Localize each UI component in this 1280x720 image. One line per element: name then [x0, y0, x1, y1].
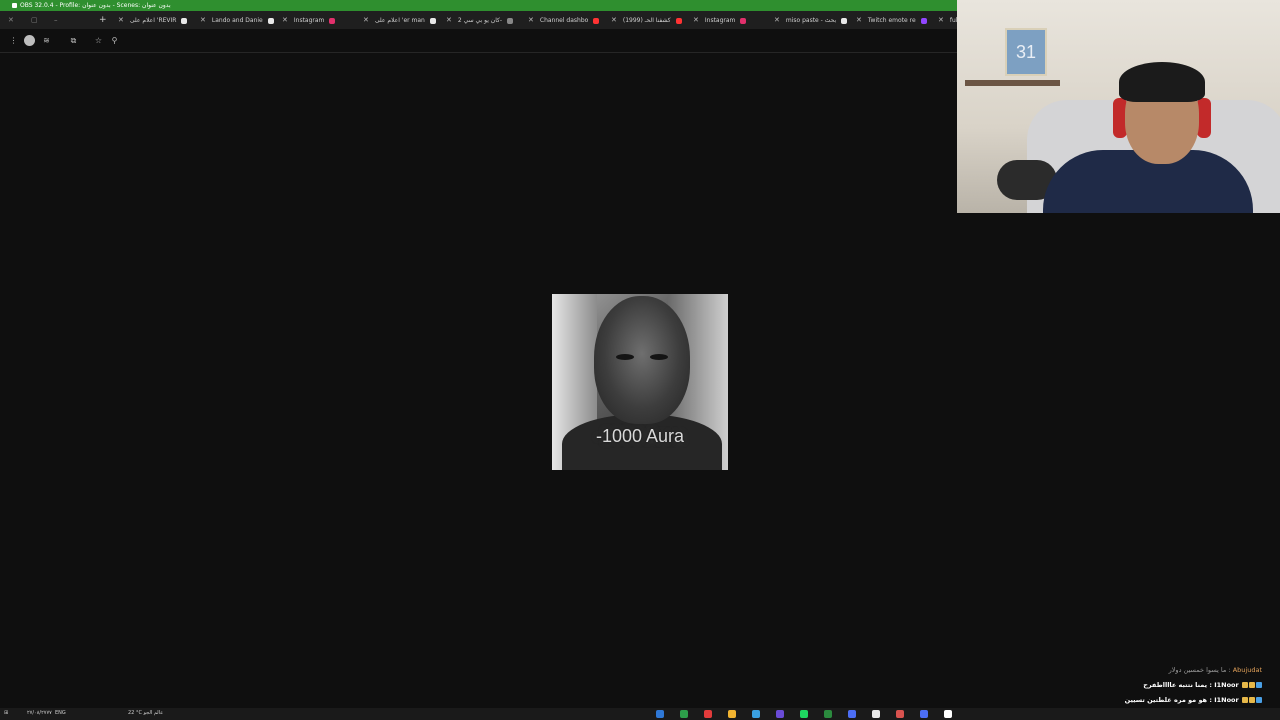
- chat-message: ما يسوا خمسين دولار : Abujudat: [1168, 666, 1262, 674]
- profile-avatar[interactable]: [24, 35, 35, 46]
- tab-label: full: [949, 17, 957, 24]
- close-tab-icon[interactable]: ✕: [528, 16, 534, 24]
- taskbar-app-icon[interactable]: [776, 710, 784, 718]
- close-tab-icon[interactable]: ✕: [774, 16, 780, 24]
- taskbar-app-icon[interactable]: [680, 710, 688, 718]
- browser-tab[interactable]: ✕ Instagram: [693, 13, 771, 27]
- taskbar-app-icon[interactable]: [824, 710, 832, 718]
- close-tab-icon[interactable]: ✕: [363, 16, 369, 24]
- close-tab-icon[interactable]: ✕: [856, 16, 862, 24]
- tab-label: Lando and Danie: [211, 17, 263, 24]
- obs-title-bar: OBS 32.0.4 - Profile: بدون عنوان - Scene…: [0, 0, 957, 11]
- twitch-icon: [920, 17, 927, 24]
- google-icon: [841, 17, 848, 24]
- sidebar-icon[interactable]: ⋮: [8, 35, 19, 46]
- restore-icon[interactable]: ▢: [31, 11, 38, 29]
- browser-tab[interactable]: ✕ اعلام على 'REVIR: [118, 13, 196, 27]
- instagram-icon: [740, 17, 747, 24]
- taskbar-app-icon[interactable]: [656, 710, 664, 718]
- taskbar-app-icon[interactable]: [896, 710, 904, 718]
- screenshot-icon[interactable]: ⧉: [68, 35, 79, 46]
- tiktok-icon: [429, 17, 436, 24]
- taskbar-start-icon[interactable]: ⊞: [4, 710, 8, 716]
- tab-search-icon[interactable]: ✕: [8, 11, 14, 29]
- browser-toolbar: ⋮ ≋ ⧉ ☆ ⚲: [0, 29, 957, 53]
- close-tab-icon[interactable]: ✕: [611, 16, 617, 24]
- close-tab-icon[interactable]: ✕: [282, 16, 288, 24]
- tab-label: Channel dashbo: [539, 17, 589, 24]
- tab-label: اعلام على 'er man: [374, 17, 425, 24]
- close-tab-icon[interactable]: ✕: [446, 16, 452, 24]
- tiktok-icon: [181, 17, 188, 24]
- globe-icon: [507, 17, 514, 24]
- browser-tab[interactable]: ✕ Channel dashbo: [528, 13, 606, 27]
- chat-message: يمنا نتتبه عااااطفرح : I1Noor: [1102, 678, 1262, 693]
- chat-overlay: ما يسوا خمسين دولار : Abujudat يمنا نتتب…: [1102, 663, 1262, 708]
- obs-icon: [12, 3, 17, 8]
- taskbar-app-icon[interactable]: [848, 710, 856, 718]
- obs-title-text: OBS 32.0.4 - Profile: بدون عنوان - Scene…: [20, 2, 171, 9]
- tab-label: miso paste - بحث: [785, 17, 837, 24]
- taskbar-weather[interactable]: 22 °C عالم الجو: [128, 710, 163, 716]
- close-tab-icon[interactable]: ✕: [938, 16, 944, 24]
- taskbar-lang[interactable]: ENG: [55, 710, 66, 716]
- taskbar-app-icon[interactable]: [920, 710, 928, 718]
- taskbar-app-icon[interactable]: [704, 710, 712, 718]
- chat-message: هو مو مره غلطتين تسيين : I1Noor: [1102, 693, 1262, 708]
- meme-caption: -1000 Aura: [595, 426, 685, 446]
- close-tab-icon[interactable]: ✕: [693, 16, 699, 24]
- tab-label: كان يو بي سي 2-: [457, 17, 503, 24]
- webcam-feed: 31: [957, 0, 1280, 213]
- browser-tab[interactable]: ✕ Lando and Danie: [200, 13, 278, 27]
- tab-label: Twitch emote re: [867, 17, 916, 24]
- taskbar-app-icon[interactable]: [944, 710, 952, 718]
- instagram-icon: [329, 17, 336, 24]
- youtube-icon: [675, 17, 682, 24]
- new-tab-button[interactable]: +: [99, 11, 107, 29]
- windows-taskbar: ⊞ ٢٧/٠٨/٢٧٧٧ ENG 22 °C عالم الجو: [0, 708, 1280, 720]
- tab-label: Instagram: [293, 17, 325, 24]
- bookmark-star-icon[interactable]: ☆: [93, 35, 104, 46]
- browser-tab-strip: ✕ ▢ – + ✕ اعلام على 'REVIR ✕ Lando and Dani…: [0, 11, 957, 29]
- browser-tab[interactable]: ✕ Twitch emote re: [856, 13, 934, 27]
- taskbar-app-icon[interactable]: [728, 710, 736, 718]
- search-icon[interactable]: ⚲: [109, 35, 120, 46]
- taskbar-app-icon[interactable]: [752, 710, 760, 718]
- browser-tab[interactable]: ✕ Instagram: [282, 13, 360, 27]
- taskbar-date: ٢٧/٠٨/٢٧٧٧: [27, 710, 52, 716]
- browser-tab[interactable]: ✕ اعلام على 'er man: [363, 13, 441, 27]
- tab-label: Instagram: [704, 17, 736, 24]
- close-tab-icon[interactable]: ✕: [200, 16, 206, 24]
- taskbar-app-icon[interactable]: [800, 710, 808, 718]
- tiktok-icon: [267, 17, 274, 24]
- tab-label: كشفنا الحـ (1999): [622, 17, 671, 24]
- close-tab-icon[interactable]: ✕: [118, 16, 124, 24]
- browser-tab[interactable]: ✕ miso paste - بحث: [774, 13, 852, 27]
- browser-tab[interactable]: ✕ كشفنا الحـ (1999): [611, 13, 689, 27]
- reader-icon[interactable]: ≋: [41, 35, 52, 46]
- tab-label: اعلام على 'REVIR: [129, 17, 177, 24]
- browser-tab[interactable]: ✕ full: [938, 13, 957, 27]
- meme-image: -1000 Aura: [552, 294, 728, 470]
- taskbar-app-icon[interactable]: [872, 710, 880, 718]
- wall-poster: 31: [1005, 28, 1047, 76]
- minimize-icon[interactable]: –: [54, 11, 58, 29]
- browser-content-area: [0, 53, 957, 708]
- youtube-icon: [593, 17, 600, 24]
- browser-tab[interactable]: ✕ كان يو بي سي 2-: [446, 13, 524, 27]
